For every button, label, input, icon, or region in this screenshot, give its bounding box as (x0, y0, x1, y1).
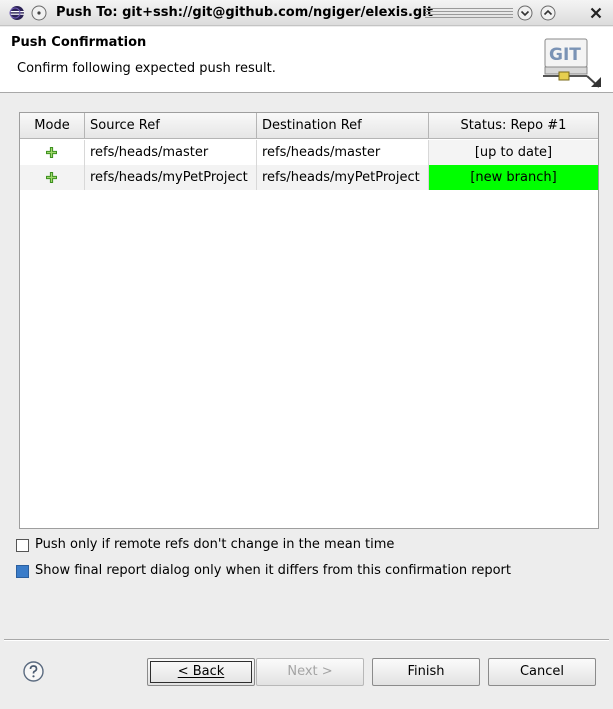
mode-cell (20, 140, 85, 165)
column-header-status[interactable]: Status: Repo #1 (429, 113, 598, 139)
dialog-header: Push Confirmation Confirm following expe… (0, 27, 613, 93)
cancel-button[interactable]: Cancel (488, 658, 596, 686)
status-cell: [new branch] (429, 165, 598, 190)
column-header-mode[interactable]: Mode (20, 113, 85, 139)
show-final-report-label[interactable]: Show final report dialog only when it di… (35, 563, 511, 578)
back-button-label: < Back (177, 664, 225, 679)
add-plus-icon (46, 147, 57, 158)
finish-button-label: Finish (407, 664, 445, 679)
source-ref-cell: refs/heads/myPetProject (85, 165, 257, 190)
column-header-destination-ref[interactable]: Destination Ref (257, 113, 429, 139)
show-final-report-checkbox[interactable] (16, 565, 29, 578)
footer-separator (4, 639, 609, 641)
eclipse-icon[interactable] (9, 5, 25, 21)
maximize-icon[interactable] (540, 5, 556, 21)
title-grip (425, 8, 513, 18)
finish-button[interactable]: Finish (372, 658, 480, 686)
window-title: Push To: git+ssh://git@github.com/ngiger… (56, 5, 433, 20)
back-button[interactable]: < Back (147, 658, 255, 686)
table-header: Mode Source Ref Destination Ref Status: … (20, 113, 598, 139)
push-results-table[interactable]: Mode Source Ref Destination Ref Status: … (19, 112, 599, 529)
push-only-if-unchanged-label[interactable]: Push only if remote refs don't change in… (35, 537, 394, 552)
page-title: Push Confirmation (11, 35, 147, 50)
close-icon[interactable] (588, 5, 604, 21)
table-row[interactable]: refs/heads/master refs/heads/master [up … (20, 140, 598, 165)
minimize-icon[interactable] (517, 5, 533, 21)
page-subtitle: Confirm following expected push result. (17, 61, 276, 76)
window-menu-icon[interactable] (31, 5, 47, 21)
push-confirmation-dialog: Push To: git+ssh://git@github.com/ngiger… (0, 0, 613, 709)
title-bar[interactable]: Push To: git+ssh://git@github.com/ngiger… (0, 0, 613, 26)
push-only-if-unchanged-checkbox[interactable] (16, 539, 29, 552)
next-button-label: Next > (287, 664, 333, 679)
git-logo-text: GIT (549, 45, 581, 65)
add-plus-icon (46, 172, 57, 183)
destination-ref-cell: refs/heads/myPetProject (257, 165, 429, 190)
git-logo-icon: GIT (543, 38, 601, 88)
table-row[interactable]: refs/heads/myPetProject refs/heads/myPet… (20, 165, 598, 190)
column-header-source-ref[interactable]: Source Ref (85, 113, 257, 139)
source-ref-cell: refs/heads/master (85, 140, 257, 165)
status-cell: [up to date] (429, 140, 598, 165)
help-icon[interactable] (23, 661, 44, 682)
destination-ref-cell: refs/heads/master (257, 140, 429, 165)
mode-cell (20, 165, 85, 190)
next-button[interactable]: Next > (256, 658, 364, 686)
cancel-button-label: Cancel (519, 664, 565, 679)
